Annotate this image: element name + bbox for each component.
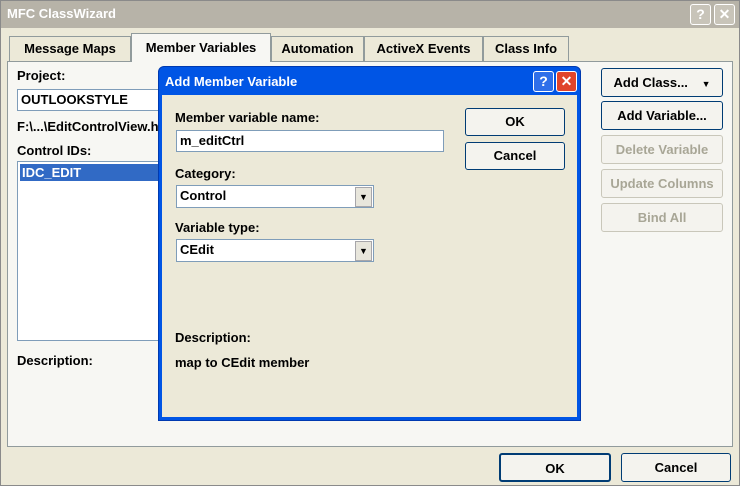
category-value: Control	[180, 188, 227, 203]
category-combo[interactable]: Control ▼	[176, 185, 374, 208]
dialog-title: Add Member Variable	[165, 74, 298, 89]
control-ids-label: Control IDs:	[17, 143, 92, 158]
file-path: F:\...\EditControlView.h	[17, 119, 159, 134]
control-ids-list[interactable]: IDC_EDIT	[17, 161, 167, 341]
dialog-cancel-button[interactable]: Cancel	[465, 142, 565, 170]
variable-type-combo[interactable]: CEdit ▼	[176, 239, 374, 262]
window-titlebar[interactable]: MFC ClassWizard ? ✕	[1, 1, 739, 28]
tab-message-maps[interactable]: Message Maps	[9, 36, 131, 61]
variable-type-label: Variable type:	[175, 220, 260, 235]
name-label: Member variable name:	[175, 110, 320, 125]
bind-all-button[interactable]: Bind All	[601, 203, 723, 232]
list-item[interactable]: IDC_EDIT	[20, 164, 164, 181]
variable-type-value: CEdit	[180, 242, 214, 257]
add-member-variable-dialog: Add Member Variable ? ✕ Member variable …	[158, 66, 581, 421]
tab-class-info[interactable]: Class Info	[483, 36, 569, 61]
tab-automation[interactable]: Automation	[271, 36, 364, 61]
window-title: MFC ClassWizard	[7, 6, 116, 21]
chevron-down-icon[interactable]: ▼	[355, 187, 372, 207]
dialog-client: Member variable name: m_editCtrl Categor…	[162, 95, 577, 417]
classwizard-window: MFC ClassWizard ? ✕ Message Maps Member …	[0, 0, 740, 486]
category-label: Category:	[175, 166, 236, 181]
project-combo[interactable]: OUTLOOKSTYLE	[17, 89, 167, 111]
dialog-help-icon[interactable]: ?	[533, 71, 554, 92]
tab-activex-events[interactable]: ActiveX Events	[364, 36, 483, 61]
project-label: Project:	[17, 68, 66, 83]
update-columns-button[interactable]: Update Columns	[601, 169, 723, 198]
chevron-down-icon: ▼	[701, 79, 711, 89]
ok-button[interactable]: OK	[499, 453, 611, 482]
description-label: Description:	[17, 353, 93, 368]
dialog-description-text: map to CEdit member	[175, 355, 310, 370]
close-icon[interactable]: ✕	[714, 4, 735, 25]
dialog-description-label: Description:	[175, 330, 251, 345]
cancel-button[interactable]: Cancel	[621, 453, 731, 482]
tab-member-variables[interactable]: Member Variables	[131, 33, 271, 62]
dialog-ok-button[interactable]: OK	[465, 108, 565, 136]
add-variable-button[interactable]: Add Variable...	[601, 101, 723, 130]
chevron-down-icon[interactable]: ▼	[355, 241, 372, 261]
add-class-label: Add Class...	[613, 75, 688, 90]
add-class-button[interactable]: Add Class... ▼	[601, 68, 723, 97]
delete-variable-button[interactable]: Delete Variable	[601, 135, 723, 164]
help-icon[interactable]: ?	[690, 4, 711, 25]
member-name-input[interactable]: m_editCtrl	[176, 130, 444, 152]
dialog-close-icon[interactable]: ✕	[556, 71, 577, 92]
